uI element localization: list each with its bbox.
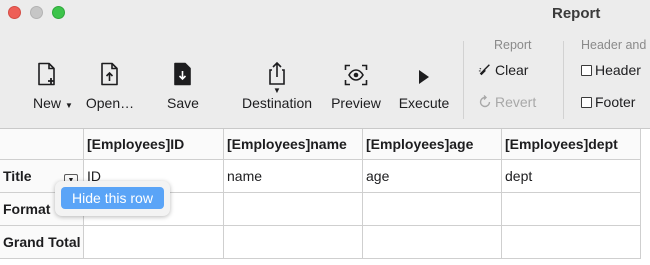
- column-header[interactable]: [Employees]dept: [502, 129, 641, 160]
- header-group-title: Header and: [581, 38, 647, 52]
- table-cell[interactable]: [502, 193, 641, 226]
- clear-button[interactable]: Clear: [478, 62, 528, 78]
- preview-button[interactable]: Preview: [330, 60, 382, 120]
- execute-button[interactable]: Execute: [397, 60, 451, 120]
- save-button[interactable]: Save: [165, 60, 201, 120]
- save-label: Save: [167, 95, 199, 111]
- play-icon: [417, 60, 431, 86]
- clear-label: Clear: [495, 62, 529, 78]
- row-context-menu: Hide this row: [55, 181, 170, 216]
- minimize-window-button[interactable]: [30, 6, 43, 19]
- maximize-window-button[interactable]: [52, 6, 65, 19]
- window-title: Report: [552, 5, 601, 22]
- header-label: Header: [595, 62, 641, 78]
- preview-label: Preview: [331, 95, 381, 111]
- table-cell[interactable]: [363, 226, 502, 259]
- header-checkbox[interactable]: Header: [581, 62, 641, 78]
- table-cell[interactable]: [84, 226, 224, 259]
- broom-icon: [478, 63, 492, 77]
- revert-label: Revert: [495, 94, 537, 110]
- header-checkbox-box[interactable]: [581, 64, 592, 76]
- toolbar-separator: [563, 41, 564, 119]
- table-cell[interactable]: age: [363, 160, 502, 193]
- execute-label: Execute: [398, 95, 450, 111]
- new-document-icon: [37, 60, 57, 86]
- report-window: Report New ▼ Open… Save Destination ▼ Pr…: [0, 0, 650, 265]
- hide-row-menu-item[interactable]: Hide this row: [61, 187, 164, 209]
- new-button[interactable]: New: [31, 60, 63, 120]
- eye-icon: [344, 60, 368, 86]
- open-button[interactable]: Open…: [86, 60, 134, 120]
- column-header[interactable]: [Employees]age: [363, 129, 502, 160]
- table-cell[interactable]: [363, 193, 502, 226]
- new-label: New: [32, 95, 61, 111]
- report-group-title: Report: [494, 38, 532, 52]
- table-cell[interactable]: [224, 226, 363, 259]
- revert-icon: [478, 95, 492, 109]
- table-cell[interactable]: name: [224, 160, 363, 193]
- table-cell[interactable]: [502, 226, 641, 259]
- revert-button[interactable]: Revert: [478, 94, 536, 110]
- save-document-icon: [173, 60, 193, 86]
- footer-label: Footer: [595, 94, 636, 110]
- table-cell[interactable]: dept: [502, 160, 641, 193]
- footer-checkbox-box[interactable]: [581, 96, 592, 108]
- new-menu-caret-icon[interactable]: ▼: [65, 101, 73, 110]
- footer-checkbox[interactable]: Footer: [581, 94, 635, 110]
- column-header[interactable]: [Employees]ID: [84, 129, 224, 160]
- close-window-button[interactable]: [8, 6, 21, 19]
- table-cell[interactable]: [224, 193, 363, 226]
- destination-menu-caret-icon[interactable]: ▼: [273, 86, 281, 95]
- column-header[interactable]: [Employees]name: [224, 129, 363, 160]
- row-header-grand-total[interactable]: Grand Total: [0, 226, 84, 259]
- destination-label: Destination: [241, 95, 313, 111]
- corner-cell: [0, 129, 84, 160]
- open-label: Open…: [85, 95, 135, 111]
- toolbar-separator: [463, 41, 464, 119]
- share-icon: [267, 60, 287, 86]
- open-document-icon: [100, 60, 120, 86]
- toolbar-area: Report New ▼ Open… Save Destination ▼ Pr…: [0, 0, 650, 129]
